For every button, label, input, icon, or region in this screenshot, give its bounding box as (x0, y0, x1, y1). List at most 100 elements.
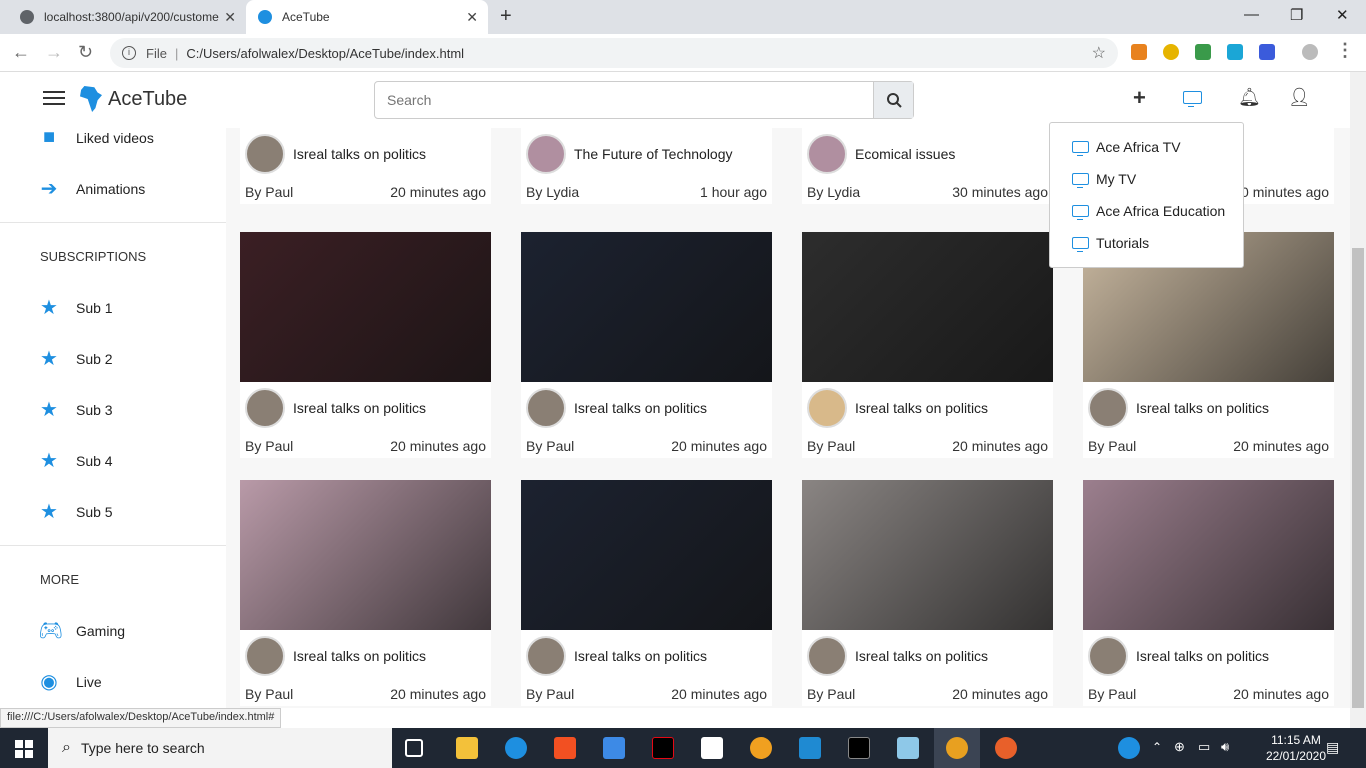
metamask-extension-icon[interactable] (1131, 44, 1147, 60)
sidebar-item-sub-1[interactable]: ★ Sub 1 (0, 282, 226, 333)
tray-chevron-icon[interactable]: ⌃ (1152, 740, 1162, 754)
avatar[interactable] (526, 388, 566, 428)
sidebar-item-sub-5[interactable]: ★ Sub 5 (0, 486, 226, 537)
avatar[interactable] (1088, 388, 1128, 428)
maximize-window-button[interactable]: ❐ (1290, 6, 1303, 24)
app-logo[interactable]: AceTube (80, 86, 187, 112)
avatar[interactable] (245, 134, 285, 174)
notifications-bell-icon[interactable]: 🔔︎ (1238, 87, 1261, 108)
sidebar-item-sub-4[interactable]: ★ Sub 4 (0, 435, 226, 486)
vscode-icon[interactable] (799, 737, 821, 759)
avatar[interactable] (245, 636, 285, 676)
postman-icon[interactable] (995, 737, 1017, 759)
forward-arrow-icon[interactable]: → (45, 42, 63, 63)
info-icon[interactable]: i (122, 46, 136, 60)
address-bar[interactable]: i File | C:/Users/afolwalex/Desktop/AceT… (110, 38, 1118, 68)
page-scrollbar[interactable] (1350, 72, 1366, 728)
tv-menu-item-my-tv[interactable]: My TV (1050, 163, 1243, 195)
user-account-icon[interactable]: 👤︎ (1288, 87, 1311, 108)
browser-tab-api[interactable]: localhost:3800/api/v200/custome ✕ (8, 0, 246, 34)
video-title[interactable]: Isreal talks on politics (855, 400, 988, 416)
video-title[interactable]: Isreal talks on politics (293, 146, 426, 162)
sidebar-item-liked-videos[interactable]: ■ Liked videos (0, 128, 226, 163)
search-button[interactable] (873, 82, 913, 118)
tv-menu-item-tutorials[interactable]: Tutorials (1050, 227, 1243, 259)
avatar[interactable] (1088, 636, 1128, 676)
video-title[interactable]: Ecomical issues (855, 146, 955, 162)
video-title[interactable]: Isreal talks on politics (574, 400, 707, 416)
video-thumbnail[interactable] (1083, 480, 1334, 630)
video-card[interactable]: Isreal talks on politics By Paul 20 minut… (802, 232, 1053, 458)
profile-avatar-icon[interactable] (1302, 44, 1318, 60)
video-card[interactable]: Isreal talks on politics By Paul 20 minut… (521, 232, 772, 458)
new-tab-button[interactable]: + (500, 5, 512, 28)
app-icon[interactable] (897, 737, 919, 759)
avatar[interactable] (526, 636, 566, 676)
video-thumbnail[interactable] (521, 480, 772, 630)
battery-icon[interactable]: ▭ (1198, 739, 1210, 755)
netflix-icon[interactable] (652, 737, 674, 759)
file-explorer-icon[interactable] (456, 737, 478, 759)
extension-icon[interactable] (1195, 44, 1211, 60)
scrollbar-thumb[interactable] (1352, 248, 1364, 708)
avatar[interactable] (807, 636, 847, 676)
avatar[interactable] (807, 134, 847, 174)
video-thumbnail[interactable] (240, 232, 491, 382)
tv-menu-item-ace-africa-education[interactable]: Ace Africa Education (1050, 195, 1243, 227)
video-card[interactable]: Isreal talks on politics By Paul 20 minut… (802, 480, 1053, 706)
tv-menu-item-ace-africa-tv[interactable]: Ace Africa TV (1050, 131, 1243, 163)
sidebar-item-sub-3[interactable]: ★ Sub 3 (0, 384, 226, 435)
reload-icon[interactable]: ↻ (78, 42, 93, 63)
help-icon[interactable] (1118, 737, 1140, 759)
mail-icon[interactable] (701, 737, 723, 759)
video-thumbnail[interactable] (240, 480, 491, 630)
video-title[interactable]: Isreal talks on politics (1136, 648, 1269, 664)
close-tab-icon[interactable]: ✕ (224, 9, 236, 26)
minimize-window-button[interactable]: — (1244, 6, 1259, 23)
task-view-icon[interactable] (405, 739, 423, 757)
video-card[interactable]: Isreal talks on politics By Paul 20 minut… (1083, 480, 1334, 706)
add-video-icon[interactable]: + (1133, 85, 1146, 111)
video-card[interactable]: Isreal talks on politics By Paul 20 minut… (240, 480, 491, 706)
vpn-app-icon[interactable] (750, 737, 772, 759)
avatar[interactable] (807, 388, 847, 428)
sidebar-item-sub-2[interactable]: ★ Sub 2 (0, 333, 226, 384)
search-input[interactable] (375, 82, 873, 118)
windows-start-icon[interactable] (15, 740, 33, 758)
video-title[interactable]: Isreal talks on politics (574, 648, 707, 664)
video-title[interactable]: Isreal talks on politics (855, 648, 988, 664)
video-thumbnail[interactable] (802, 480, 1053, 630)
video-thumbnail[interactable] (802, 232, 1053, 382)
video-title[interactable]: Isreal talks on politics (293, 400, 426, 416)
bookmark-star-icon[interactable]: ☆ (1092, 43, 1106, 63)
extension-icon[interactable] (1163, 44, 1179, 60)
taskbar-search-box[interactable]: ⌕ Type here to search (48, 728, 392, 768)
extension-icon[interactable] (1227, 44, 1243, 60)
volume-icon[interactable]: 🔊︎ (1221, 739, 1229, 755)
network-icon[interactable]: ⊕ (1174, 739, 1185, 755)
back-arrow-icon[interactable]: ← (12, 42, 30, 63)
terminal-icon[interactable] (848, 737, 870, 759)
sidebar-item-live[interactable]: ◉ Live (0, 656, 226, 707)
tv-icon[interactable] (1183, 91, 1209, 107)
hamburger-menu-icon[interactable] (43, 91, 65, 107)
avatar[interactable] (526, 134, 566, 174)
close-window-button[interactable]: ✕ (1336, 6, 1349, 24)
video-thumbnail[interactable] (521, 232, 772, 382)
browser-menu-icon[interactable]: ⋮ (1336, 40, 1354, 61)
video-card[interactable]: Isreal talks on politics By Paul 20 minut… (521, 480, 772, 706)
notifications-center-icon[interactable]: ▤ (1326, 739, 1339, 756)
video-card[interactable]: Isreal talks on politics By Paul 20 minut… (240, 232, 491, 458)
dropbox-icon[interactable] (603, 737, 625, 759)
close-tab-icon[interactable]: ✕ (466, 9, 478, 26)
avatar[interactable] (245, 388, 285, 428)
video-title[interactable]: Isreal talks on politics (1136, 400, 1269, 416)
video-title[interactable]: Isreal talks on politics (293, 648, 426, 664)
system-clock[interactable]: 11:15 AM 22/01/2020 (1266, 732, 1326, 764)
sidebar-item-gaming[interactable]: 🎮︎ Gaming (0, 605, 226, 656)
browser-tab-acetube[interactable]: AceTube ✕ (246, 0, 488, 34)
zip-extension-icon[interactable] (1259, 44, 1275, 60)
microsoft-store-icon[interactable] (554, 737, 576, 759)
video-title[interactable]: The Future of Technology (574, 146, 733, 162)
edge-browser-icon[interactable] (505, 737, 527, 759)
